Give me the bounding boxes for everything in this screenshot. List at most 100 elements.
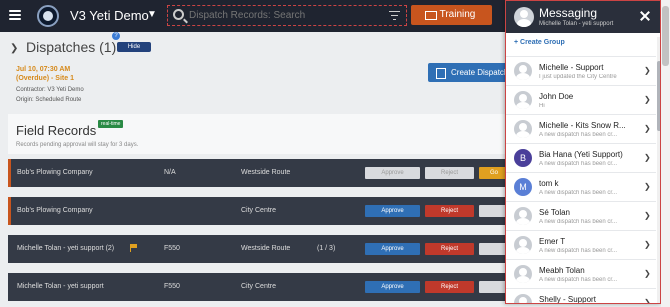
avatar: M	[514, 178, 532, 196]
conversation-preview: A new dispatch has been cr...	[539, 161, 618, 167]
route: Westside Route	[241, 169, 291, 176]
chevron-right-icon: ❯	[644, 95, 651, 104]
avatar	[514, 236, 532, 254]
real-time-badge: real-time	[98, 120, 124, 128]
create-dispatch-button[interactable]: Create Dispatch	[428, 63, 510, 82]
conversation-name: Shelly - Support	[539, 295, 596, 304]
vehicle: N/A	[164, 169, 176, 176]
collapse-chevron-icon[interactable]: ❯	[10, 43, 18, 54]
messaging-user: Michelle Tolan - yeti support	[539, 21, 614, 27]
conversation-name: Michelle - Support	[539, 63, 604, 72]
vehicle: F550	[164, 245, 180, 252]
create-group-link[interactable]: + Create Group	[514, 39, 565, 46]
table-row[interactable]: Michelle Tolan - yeti support F550 City …	[8, 273, 513, 301]
table-row[interactable]: Bob's Plowing Company N/A Westside Route…	[8, 159, 513, 187]
conversation-preview: A new dispatch has been cr...	[539, 219, 618, 225]
conversation-item[interactable]: Michelle - Support I just updated the Cit…	[506, 56, 656, 85]
conversation-item[interactable]: Shelly - Support ❯	[506, 288, 656, 304]
chevron-right-icon: ❯	[644, 153, 651, 162]
chevron-down-icon[interactable]: ▼	[147, 9, 157, 20]
field-records-title: Field Records	[16, 123, 97, 138]
conversation-item[interactable]: Mtom k A new dispatch has been cr... ❯	[506, 172, 656, 201]
dispatches-title: Dispatches (1)	[26, 39, 117, 55]
dispatch-origin: Origin: Scheduled Route	[16, 97, 82, 103]
avatar	[514, 7, 534, 27]
chevron-right-icon: ❯	[644, 269, 651, 278]
page-scrollbar[interactable]	[661, 0, 670, 307]
record-count: (1 / 3)	[317, 245, 336, 252]
messaging-header: Messaging Michelle Tolan - yeti support	[506, 1, 660, 33]
conversation-item[interactable]: Sé Tolan A new dispatch has been cr... ❯	[506, 201, 656, 230]
conversation-item[interactable]: John Doe Hi ❯	[506, 85, 656, 114]
search-box[interactable]	[167, 5, 407, 26]
flag-icon	[130, 244, 137, 252]
reject-button[interactable]: Reject	[425, 243, 474, 255]
row-status-stripe	[8, 197, 11, 225]
avatar	[514, 120, 532, 138]
conversation-preview: I just updated the City Centre	[539, 74, 617, 80]
training-label: Training	[439, 9, 476, 20]
conversation-preview: A new dispatch has been cr...	[539, 190, 618, 196]
reject-button[interactable]: Reject	[425, 281, 474, 293]
conversation-name: John Doe	[539, 92, 574, 101]
close-icon[interactable]	[637, 8, 653, 24]
chevron-right-icon: ❯	[644, 298, 651, 304]
contractor-name: Bob's Plowing Company	[17, 169, 93, 176]
hamburger-menu-icon[interactable]	[9, 10, 21, 20]
organization-name[interactable]: V3 Yeti Demo	[70, 8, 149, 23]
conversation-item[interactable]: Emer T A new dispatch has been cr... ❯	[506, 230, 656, 259]
organization-logo[interactable]	[37, 5, 59, 27]
route: City Centre	[241, 283, 277, 290]
chevron-right-icon: ❯	[644, 66, 651, 75]
conversation-name: Meabh Tolan	[539, 266, 585, 275]
approve-button[interactable]: Approve	[365, 243, 420, 255]
conversation-preview: A new dispatch has been cr...	[539, 277, 618, 283]
contractor-name: Michelle Tolan - yeti support	[17, 283, 104, 290]
chevron-right-icon: ❯	[644, 240, 651, 249]
chevron-right-icon: ❯	[644, 124, 651, 133]
conversation-name: Sé Tolan	[539, 208, 570, 217]
filter-icon[interactable]	[389, 11, 400, 20]
conversation-preview: Hi	[539, 103, 545, 109]
conversation-preview: A new dispatch has been cr...	[539, 132, 618, 138]
conversation-list: Michelle - Support I just updated the Cit…	[506, 56, 656, 304]
approve-button[interactable]: Approve	[365, 281, 420, 293]
avatar	[514, 207, 532, 225]
avatar	[514, 62, 532, 80]
conversation-preview: A new dispatch has been cr...	[539, 248, 618, 254]
dispatch-contractor: Contractor: V3 Yeti Demo	[16, 87, 84, 93]
scrollbar-thumb[interactable]	[662, 6, 669, 66]
conversation-name: tom k	[539, 179, 559, 188]
training-button[interactable]: Training	[411, 5, 492, 25]
table-row[interactable]: Bob's Plowing Company City Centre Approv…	[8, 197, 513, 225]
avatar	[514, 91, 532, 109]
reject-button[interactable]: Reject	[425, 167, 474, 179]
search-input[interactable]	[189, 8, 389, 23]
reject-button[interactable]: Reject	[425, 205, 474, 217]
dispatch-overdue-status: (Overdue) - Site 1	[16, 75, 74, 82]
conversation-item[interactable]: B Bia Hana (Yeti Support) A new dispatch h…	[506, 143, 656, 172]
field-records-subtitle: Records pending approval will stay for 3…	[16, 142, 139, 148]
search-icon	[173, 9, 184, 20]
route: Westside Route	[241, 245, 291, 252]
row-status-stripe	[8, 159, 11, 187]
conversation-item[interactable]: Michelle - Kits Snow R... A new dispatch …	[506, 114, 656, 143]
help-icon[interactable]: ?	[112, 32, 120, 40]
contractor-name: Bob's Plowing Company	[17, 207, 93, 214]
approve-button[interactable]: Approve	[365, 205, 420, 217]
table-row[interactable]: Michelle Tolan - yeti support (2) F550 W…	[8, 235, 513, 263]
messaging-panel: Messaging Michelle Tolan - yeti support …	[505, 0, 661, 304]
conversation-name: Emer T	[539, 237, 566, 246]
messaging-title: Messaging	[539, 6, 598, 20]
chevron-right-icon: ❯	[644, 182, 651, 191]
conversation-name: Bia Hana (Yeti Support)	[539, 150, 623, 159]
avatar	[514, 294, 532, 303]
avatar: B	[514, 149, 532, 167]
approve-button[interactable]: Approve	[365, 167, 420, 179]
avatar	[514, 265, 532, 283]
contractor-name: Michelle Tolan - yeti support (2)	[17, 245, 115, 252]
conversation-item[interactable]: Meabh Tolan A new dispatch has been cr...…	[506, 259, 656, 288]
hide-button[interactable]: Hide	[117, 42, 151, 52]
conversation-name: Michelle - Kits Snow R...	[539, 121, 626, 130]
dispatch-date[interactable]: Jul 10, 07:30 AM	[16, 66, 70, 73]
